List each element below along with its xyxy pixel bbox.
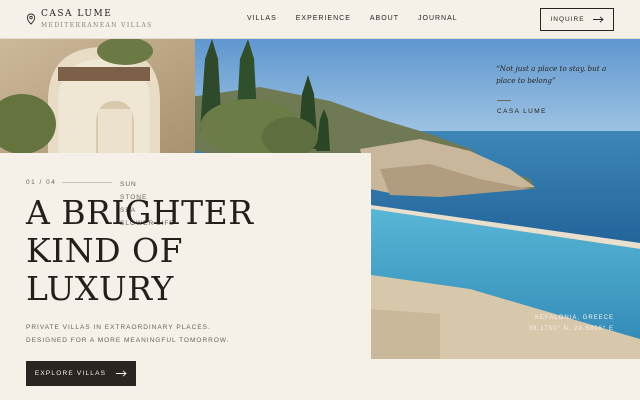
brand-name[interactable]: CASA LUME xyxy=(41,9,112,19)
subtitle-line: DESIGNED FOR A MORE MEANINGFUL TOMORROW. xyxy=(26,336,230,344)
counter-divider xyxy=(62,182,112,183)
slide-counter: 01 / 04 xyxy=(26,179,57,186)
arrow-right-icon xyxy=(592,16,604,23)
nav-link-about[interactable]: ABOUT xyxy=(370,15,399,22)
nav-link-experience[interactable]: EXPERIENCE xyxy=(296,15,351,22)
arrow-right-icon xyxy=(116,370,127,377)
nav-links: VILLAS EXPERIENCE ABOUT JOURNAL xyxy=(247,15,458,22)
hero-subtitle: PRIVATE VILLAS IN EXTRAORDINARY PLACES. … xyxy=(26,322,229,347)
headline-line: KIND OF xyxy=(26,231,183,270)
keyword-item: SUN xyxy=(120,181,137,188)
location-pin-icon xyxy=(26,13,36,25)
nav-link-villas[interactable]: VILLAS xyxy=(247,15,277,22)
quote-divider xyxy=(497,100,511,101)
inquire-button[interactable]: INQUIRE xyxy=(540,8,614,31)
brand-tagline: MEDITERRANEAN VILLAS xyxy=(41,22,153,29)
quote-author: CASA LUME xyxy=(497,108,547,115)
nav-link-journal[interactable]: JOURNAL xyxy=(418,15,458,22)
subtitle-line: PRIVATE VILLAS IN EXTRAORDINARY PLACES. xyxy=(26,324,211,331)
top-navigation: CASA LUME MEDITERRANEAN VILLAS VILLAS EX… xyxy=(0,0,640,39)
headline-line: LUXURY xyxy=(26,269,174,308)
hero-quote: “Not just a place to stay, but a place t… xyxy=(496,64,607,85)
hero-headline: A BRIGHTER KIND OF LUXURY xyxy=(26,194,254,308)
location-coordinates: 38.1750° N, 20.5806° E xyxy=(528,326,614,332)
location-name: KEFALONIA, GREECE xyxy=(534,315,614,321)
explore-villas-button[interactable]: EXPLORE VILLAS xyxy=(26,361,136,386)
explore-villas-label: EXPLORE VILLAS xyxy=(34,370,107,377)
inquire-button-label: INQUIRE xyxy=(550,16,585,23)
headline-line: A BRIGHTER xyxy=(26,193,254,232)
